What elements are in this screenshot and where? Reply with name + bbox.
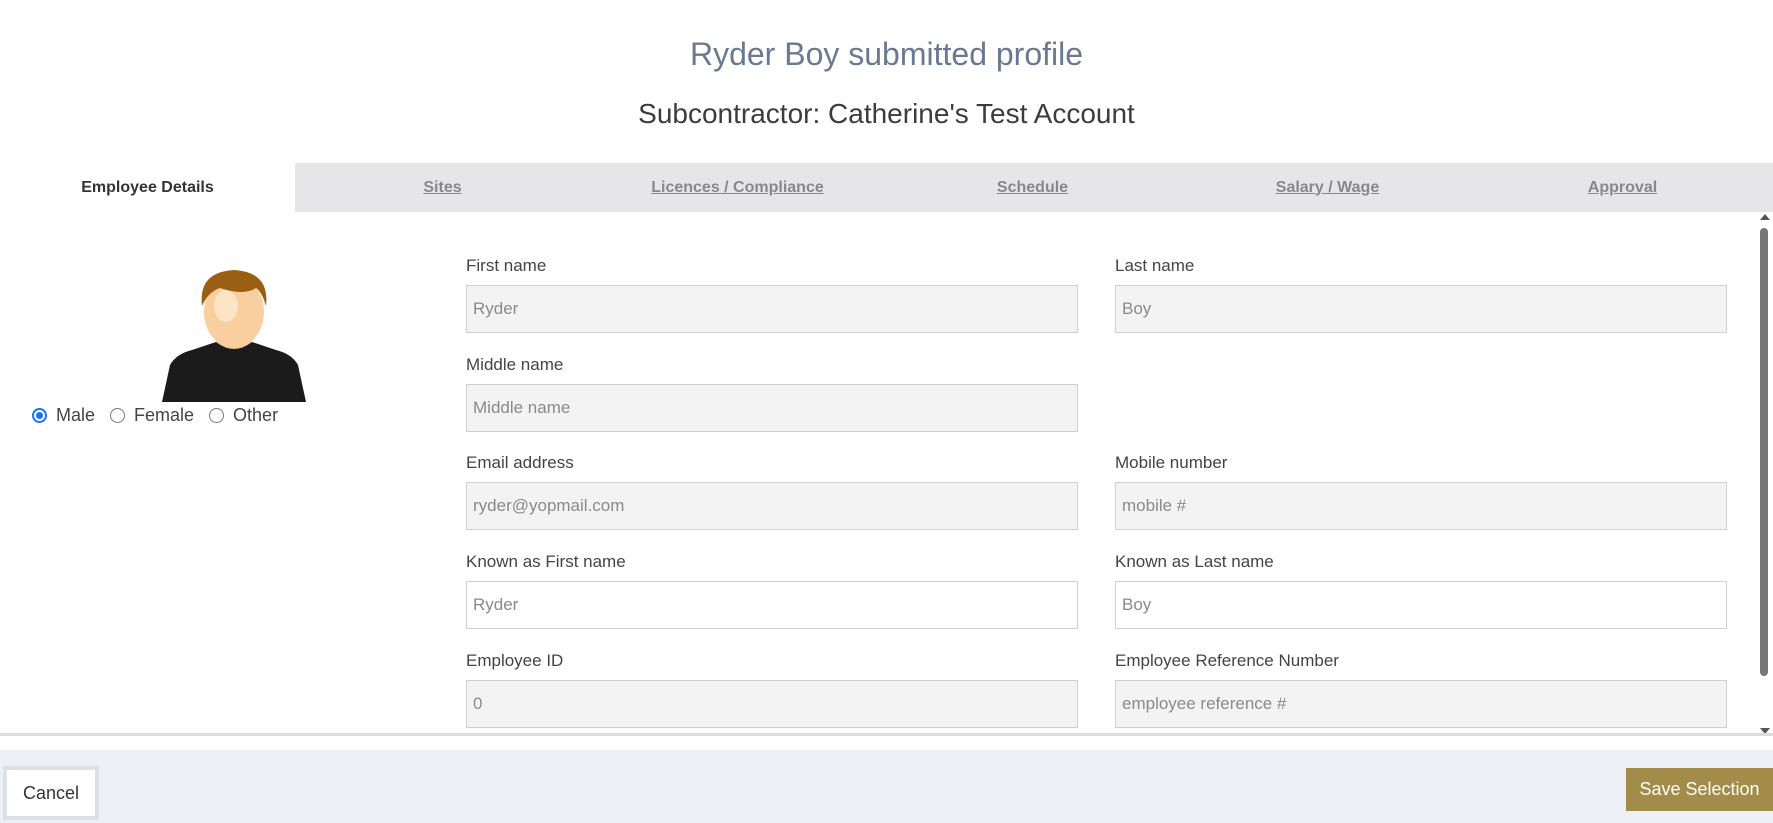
middle-name-label: Middle name xyxy=(466,355,564,374)
email-field: Email address ryder@yopmail.com xyxy=(466,453,1078,530)
last-name-input[interactable]: Boy xyxy=(1115,285,1727,333)
email-input[interactable]: ryder@yopmail.com xyxy=(466,482,1078,530)
tab-sites[interactable]: Sites xyxy=(295,163,590,212)
tab-approval[interactable]: Approval xyxy=(1475,163,1770,212)
tab-licences-compliance[interactable]: Licences / Compliance xyxy=(590,163,885,212)
radio-female[interactable] xyxy=(110,408,126,423)
radio-male[interactable] xyxy=(32,408,47,423)
gender-radio-group: Male Female Other xyxy=(32,405,293,426)
employee-ref-label: Employee Reference Number xyxy=(1115,651,1339,670)
gender-option-female[interactable]: Female xyxy=(110,405,194,426)
radio-other[interactable] xyxy=(209,408,225,423)
gender-option-other[interactable]: Other xyxy=(209,405,278,426)
user-avatar-icon xyxy=(162,270,306,402)
page-header: Ryder Boy submitted profile Subcontracto… xyxy=(0,0,1773,163)
employee-id-label: Employee ID xyxy=(466,651,564,670)
cancel-button[interactable]: Cancel xyxy=(3,766,99,820)
known-first-name-field: Known as First name Ryder xyxy=(466,552,1078,629)
email-label: Email address xyxy=(466,453,574,472)
mobile-field: Mobile number mobile # xyxy=(1115,453,1727,530)
tab-salary-wage[interactable]: Salary / Wage xyxy=(1180,163,1475,212)
first-name-field: First name Ryder xyxy=(466,256,1078,333)
employee-id-input[interactable]: 0 xyxy=(466,680,1078,728)
last-name-label: Last name xyxy=(1115,256,1195,275)
gender-option-male[interactable]: Male xyxy=(32,405,95,426)
employee-id-field: Employee ID 0 xyxy=(466,651,1078,728)
scroll-down-arrow-icon[interactable] xyxy=(1760,728,1770,733)
scrollbar-thumb[interactable] xyxy=(1760,228,1768,676)
page-subtitle: Subcontractor: Catherine's Test Account xyxy=(638,98,1135,129)
mobile-input[interactable]: mobile # xyxy=(1115,482,1727,530)
mobile-label: Mobile number xyxy=(1115,453,1228,472)
tab-schedule[interactable]: Schedule xyxy=(885,163,1180,212)
employee-details-panel: Male Female Other First name Ryder Last … xyxy=(0,212,1773,736)
gender-label-female: Female xyxy=(134,405,195,425)
gender-label-other: Other xyxy=(233,405,279,425)
first-name-input[interactable]: Ryder xyxy=(466,285,1078,333)
footer-bar: Cancel Save Selection xyxy=(0,750,1773,823)
vertical-scrollbar[interactable] xyxy=(1758,212,1770,733)
known-last-name-field: Known as Last name Boy xyxy=(1115,552,1727,629)
gender-label-male: Male xyxy=(56,405,96,425)
first-name-label: First name xyxy=(466,256,547,275)
known-first-name-input[interactable]: Ryder xyxy=(466,581,1078,629)
employee-ref-field: Employee Reference Number employee refer… xyxy=(1115,651,1727,728)
employee-ref-input[interactable]: employee reference # xyxy=(1115,680,1727,728)
save-selection-button[interactable]: Save Selection xyxy=(1626,768,1773,811)
tab-employee-details[interactable]: Employee Details xyxy=(0,163,295,212)
page-title: Ryder Boy submitted profile xyxy=(689,36,1084,72)
known-first-name-label: Known as First name xyxy=(466,552,626,571)
middle-name-field: Middle name Middle name xyxy=(466,355,1078,432)
last-name-field: Last name Boy xyxy=(1115,256,1727,333)
middle-name-input[interactable]: Middle name xyxy=(466,384,1078,432)
known-last-name-input[interactable]: Boy xyxy=(1115,581,1727,629)
tab-bar: Employee Details Sites Licences / Compli… xyxy=(0,163,1773,212)
known-last-name-label: Known as Last name xyxy=(1115,552,1274,571)
scroll-up-arrow-icon[interactable] xyxy=(1760,214,1770,220)
